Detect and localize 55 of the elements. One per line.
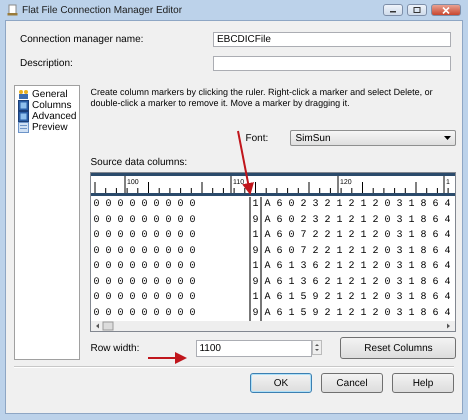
data-cell-text: 0 0 0 0 0 0 0 0 0 xyxy=(92,214,197,228)
data-cell: A 6 1 3 6 2 1 2 1 2 0 3 1 8 6 4 xyxy=(260,259,456,274)
dialog-button[interactable]: Cancel xyxy=(321,373,383,393)
data-cell: A 6 1 5 9 2 1 2 1 2 0 3 1 8 6 4 xyxy=(260,290,456,306)
data-cell: A 6 0 7 2 2 1 2 1 2 0 3 1 8 6 4 xyxy=(260,244,456,259)
instructions-text: Create column markers by clicking the ruler. Right-click a marker and select Delete, or double-click a marker to remove it. Move a marker by dragging it. xyxy=(90,87,434,109)
minimize-button[interactable] xyxy=(383,4,403,16)
caret-icon xyxy=(444,136,452,140)
text-field[interactable]: EBCDICFile xyxy=(213,32,451,46)
maximize-button[interactable] xyxy=(407,4,427,16)
data-cell: 1 xyxy=(249,228,260,244)
data-cell-text: 0 0 0 0 0 0 0 0 0 xyxy=(92,229,197,243)
data-cell: A 6 1 3 6 2 1 2 1 2 0 3 1 8 6 4 xyxy=(260,274,456,290)
data-cell-text: 0 0 0 0 0 0 0 0 0 xyxy=(92,244,197,258)
data-cell-text: 0 0 0 0 0 0 0 0 0 xyxy=(92,260,197,274)
data-cell: 1 xyxy=(249,290,260,306)
nav-item[interactable]: Preview xyxy=(18,122,76,133)
close-icon xyxy=(442,6,450,14)
maximize-icon xyxy=(413,7,421,13)
nav-item[interactable]: Advanced xyxy=(18,111,76,122)
arrow-annotation xyxy=(148,352,187,364)
data-cell: 1 xyxy=(249,197,260,212)
horizontal-scrollbar[interactable] xyxy=(91,321,456,331)
data-cell-text: 0 0 0 0 0 0 0 0 0 xyxy=(92,276,197,290)
grid-icon xyxy=(18,111,29,122)
row-width-label: Row width: xyxy=(90,342,140,354)
dialog-button[interactable]: Help xyxy=(392,373,454,393)
data-cell-text: 0 0 0 0 0 0 0 0 0 xyxy=(92,291,197,305)
font-dropdown[interactable]: SimSun xyxy=(290,130,456,146)
nav-item[interactable]: Columns xyxy=(18,100,76,111)
data-cell-text: 0 0 0 0 0 0 0 0 0 xyxy=(92,198,197,212)
window-title: Flat File Connection Manager Editor xyxy=(22,4,184,16)
data-cell: A 6 0 2 3 2 1 2 1 2 0 3 1 8 6 4 xyxy=(260,212,456,228)
list-icon xyxy=(18,122,29,133)
data-cell: A 6 0 7 2 2 1 2 1 2 0 3 1 8 6 4 xyxy=(260,228,456,244)
font-label: Font: xyxy=(245,132,270,144)
source-columns-label: Source data columns: xyxy=(90,157,188,168)
dialog-button[interactable]: OK xyxy=(250,373,312,393)
reset-columns-button[interactable]: Reset Columns xyxy=(340,337,456,359)
window-icon xyxy=(7,4,18,16)
close-button[interactable] xyxy=(431,4,461,16)
spin-button[interactable] xyxy=(312,340,322,354)
settings-icon xyxy=(18,89,29,100)
data-cell: 9 xyxy=(249,212,260,228)
row-width-field[interactable]: 1100 xyxy=(196,340,312,356)
data-cell: A 6 0 2 3 2 1 2 1 2 0 3 1 8 6 4 xyxy=(260,197,456,212)
text-field[interactable] xyxy=(213,56,451,70)
data-cell: 1 xyxy=(249,259,260,274)
data-cell-text: 0 0 0 0 0 0 0 0 0 xyxy=(92,306,197,320)
nav-item[interactable]: General xyxy=(18,89,76,100)
data-cell: 9 xyxy=(249,244,260,259)
field-label: Description: xyxy=(19,58,74,68)
grid-icon xyxy=(18,100,29,111)
data-cell: 9 xyxy=(249,274,260,290)
field-label: Connection manager name: xyxy=(19,34,144,44)
